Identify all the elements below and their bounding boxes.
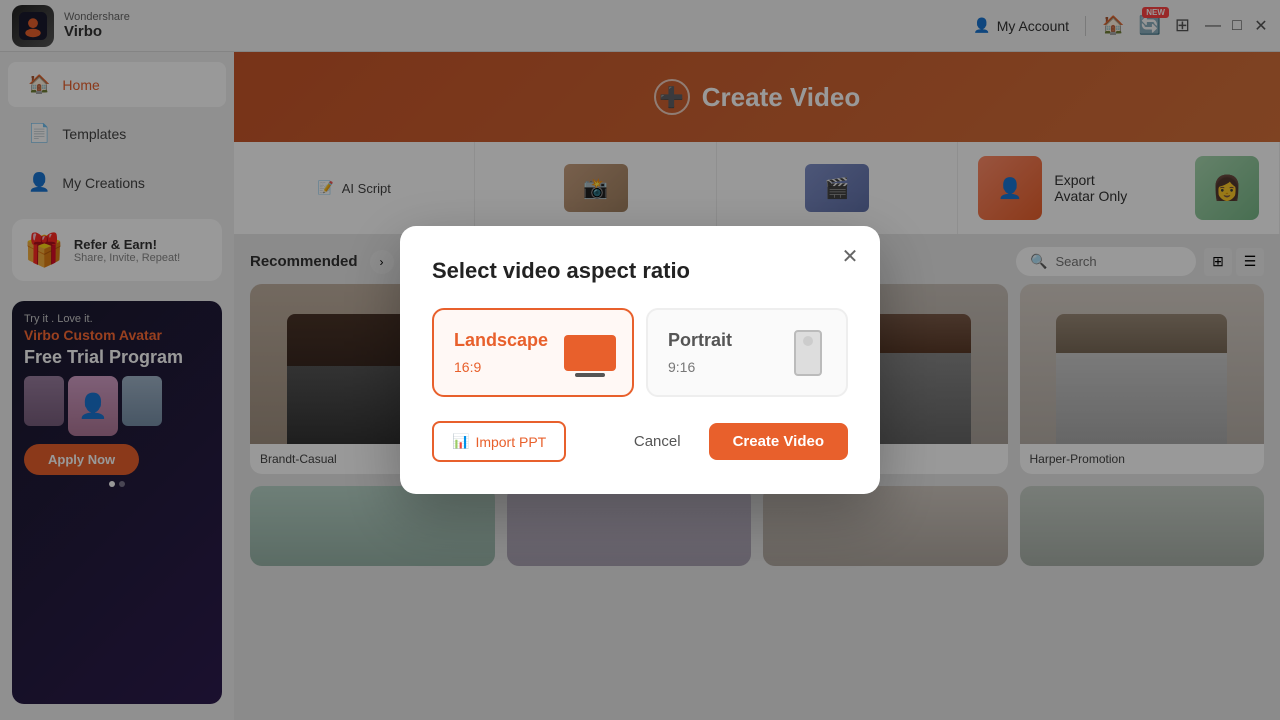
landscape-ratio: 16:9 [454, 359, 481, 375]
modal-right-buttons: Cancel Create Video [618, 423, 848, 460]
create-video-button[interactable]: Create Video [709, 423, 848, 460]
landscape-label: Landscape [454, 330, 548, 351]
portrait-ratio: 9:16 [668, 359, 695, 375]
portrait-label: Portrait [668, 330, 732, 351]
import-ppt-button[interactable]: 📊 Import PPT [432, 421, 566, 462]
import-ppt-icon: 📊 [452, 433, 469, 450]
modal-title: Select video aspect ratio [432, 258, 848, 284]
portrait-icon [794, 330, 822, 376]
modal-close-button[interactable]: ✕ [836, 242, 864, 270]
portrait-option[interactable]: Portrait 9:16 [646, 308, 848, 397]
modal-overlay: ✕ Select video aspect ratio Landscape 16… [0, 0, 1280, 720]
cancel-button[interactable]: Cancel [618, 423, 697, 460]
aspect-ratio-modal: ✕ Select video aspect ratio Landscape 16… [400, 226, 880, 494]
landscape-option[interactable]: Landscape 16:9 [432, 308, 634, 397]
aspect-options: Landscape 16:9 Portrait 9:16 [432, 308, 848, 397]
landscape-icon [564, 335, 616, 371]
modal-actions: 📊 Import PPT Cancel Create Video [432, 421, 848, 462]
